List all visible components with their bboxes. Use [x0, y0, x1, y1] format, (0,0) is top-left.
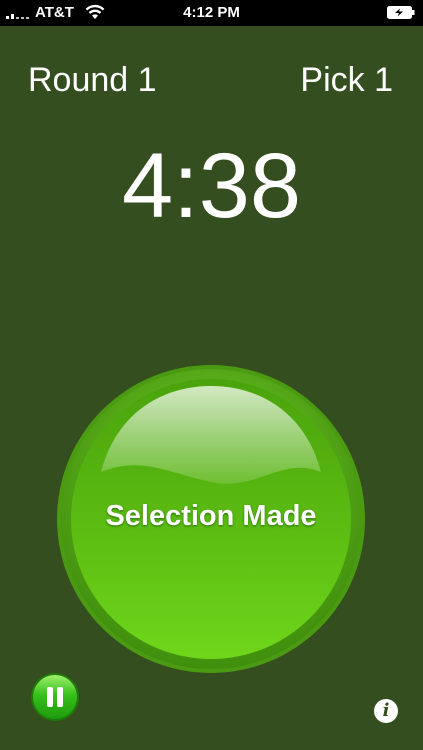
pause-icon: [31, 673, 79, 721]
battery-icon: [387, 6, 415, 19]
pick-label: Pick 1: [300, 61, 393, 99]
status-time: 4:12 PM: [183, 4, 240, 21]
countdown-timer: 4:38: [121, 135, 302, 237]
app-screen: AT&T 4:12 PM Round 1 Pick 1 4:38 Selecti…: [0, 0, 423, 750]
pause-button[interactable]: [30, 672, 80, 722]
round-label: Round 1: [28, 61, 157, 99]
info-icon: i: [382, 700, 390, 721]
info-button[interactable]: i: [374, 699, 398, 723]
selection-made-label: Selection Made: [105, 500, 317, 532]
selection-made-button[interactable]: Selection Made: [56, 364, 366, 674]
draft-timer-panel: Round 1 Pick 1 4:38 Selection Made i: [0, 26, 423, 750]
status-bar: AT&T 4:12 PM: [0, 0, 423, 26]
